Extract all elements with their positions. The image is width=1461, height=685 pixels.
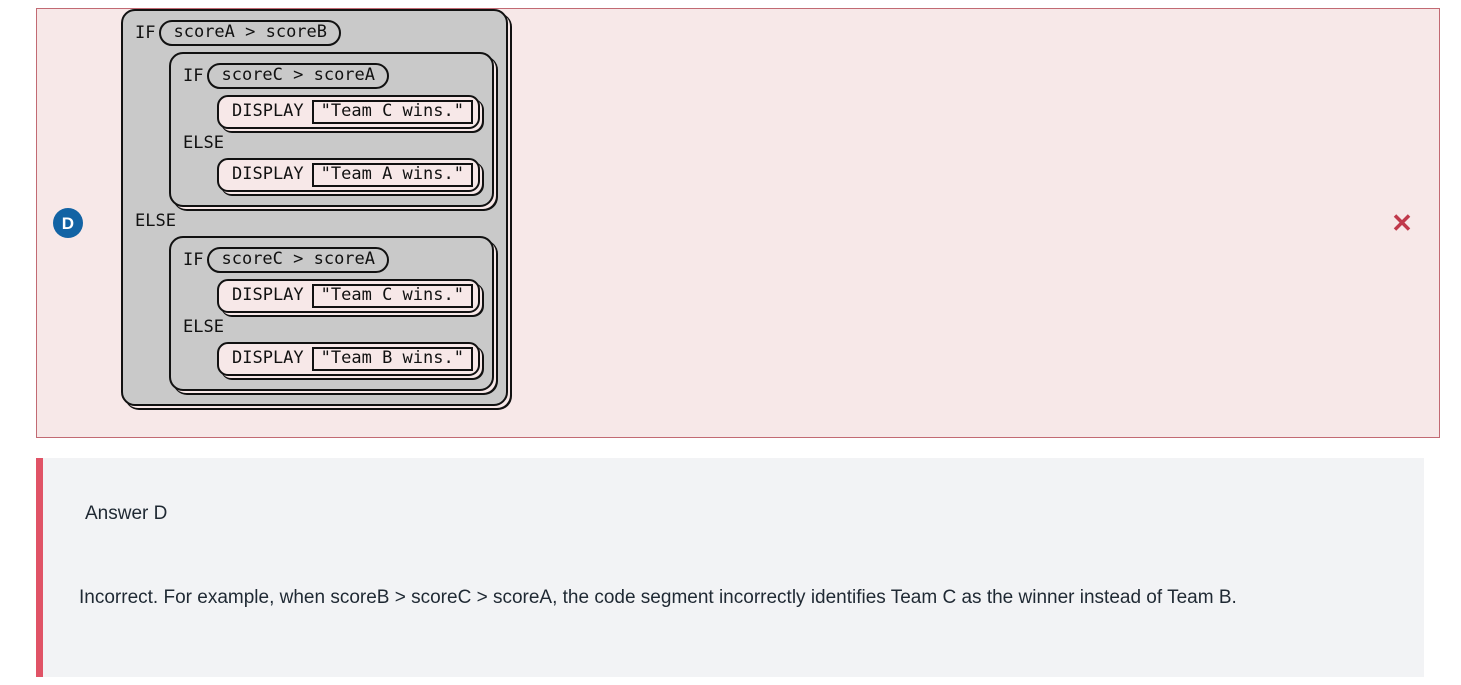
- display-statement: DISPLAY "Team C wins.": [217, 279, 480, 313]
- outer-if-condition: scoreA > scoreB: [159, 20, 342, 46]
- answer-feedback-panel: Answer D Incorrect. For example, when sc…: [36, 458, 1424, 677]
- code-segment: IF scoreA > scoreB IF scoreC > scoreA DI…: [121, 9, 508, 437]
- display-statement: DISPLAY "Team B wins.": [217, 342, 480, 376]
- answer-option-card[interactable]: D ✕ IF scoreA > scoreB IF scoreC > score…: [36, 8, 1440, 438]
- display-keyword: DISPLAY: [232, 164, 304, 184]
- outer-if-false-body: IF scoreC > scoreA DISPLAY "Team C wins.…: [169, 236, 494, 391]
- inner-if-2-condition: scoreC > scoreA: [207, 247, 390, 273]
- outer-if-header: IF scoreA > scoreB: [135, 19, 494, 47]
- option-letter-badge-wrap: D: [51, 208, 85, 238]
- inner-if-2-false-body: DISPLAY "Team B wins.": [217, 342, 480, 376]
- display-statement: DISPLAY "Team A wins.": [217, 158, 480, 192]
- display-argument: "Team A wins.": [311, 163, 473, 187]
- inner-if-1-true-body: DISPLAY "Team C wins.": [217, 95, 480, 129]
- inner-if-2-true-body: DISPLAY "Team C wins.": [217, 279, 480, 313]
- display-keyword: DISPLAY: [232, 348, 304, 368]
- inner-if-2-else-keyword: ELSE: [183, 317, 224, 337]
- display-argument: "Team C wins.": [311, 100, 473, 124]
- display-keyword: DISPLAY: [232, 101, 304, 121]
- option-letter-badge: D: [53, 208, 83, 238]
- outer-if-block: IF scoreA > scoreB IF scoreC > scoreA DI…: [121, 9, 508, 406]
- cross-mark-icon: ✕: [1391, 208, 1413, 238]
- inner-if-1-condition: scoreC > scoreA: [207, 63, 390, 89]
- result-indicator: ✕: [1387, 208, 1417, 238]
- outer-if-keyword: IF: [135, 22, 156, 43]
- inner-if-2-header: IF scoreC > scoreA: [183, 246, 480, 274]
- outer-if-true-body: IF scoreC > scoreA DISPLAY "Team C wins.…: [169, 52, 494, 207]
- inner-if-1-else-keyword: ELSE: [183, 133, 224, 153]
- outer-else-keyword: ELSE: [135, 211, 176, 231]
- inner-if-1-header: IF scoreC > scoreA: [183, 62, 480, 90]
- inner-if-1-keyword: IF: [183, 65, 204, 86]
- answer-title: Answer D: [85, 503, 168, 524]
- answer-explanation: Incorrect. For example, when scoreB > sc…: [79, 587, 1237, 608]
- display-argument: "Team B wins.": [311, 347, 473, 371]
- display-argument: "Team C wins.": [311, 284, 473, 308]
- display-statement: DISPLAY "Team C wins.": [217, 95, 480, 129]
- inner-if-1-false-body: DISPLAY "Team A wins.": [217, 158, 480, 192]
- display-keyword: DISPLAY: [232, 285, 304, 305]
- inner-if-2-keyword: IF: [183, 249, 204, 270]
- inner-if-block-1: IF scoreC > scoreA DISPLAY "Team C wins.…: [169, 52, 494, 207]
- inner-if-block-2: IF scoreC > scoreA DISPLAY "Team C wins.…: [169, 236, 494, 391]
